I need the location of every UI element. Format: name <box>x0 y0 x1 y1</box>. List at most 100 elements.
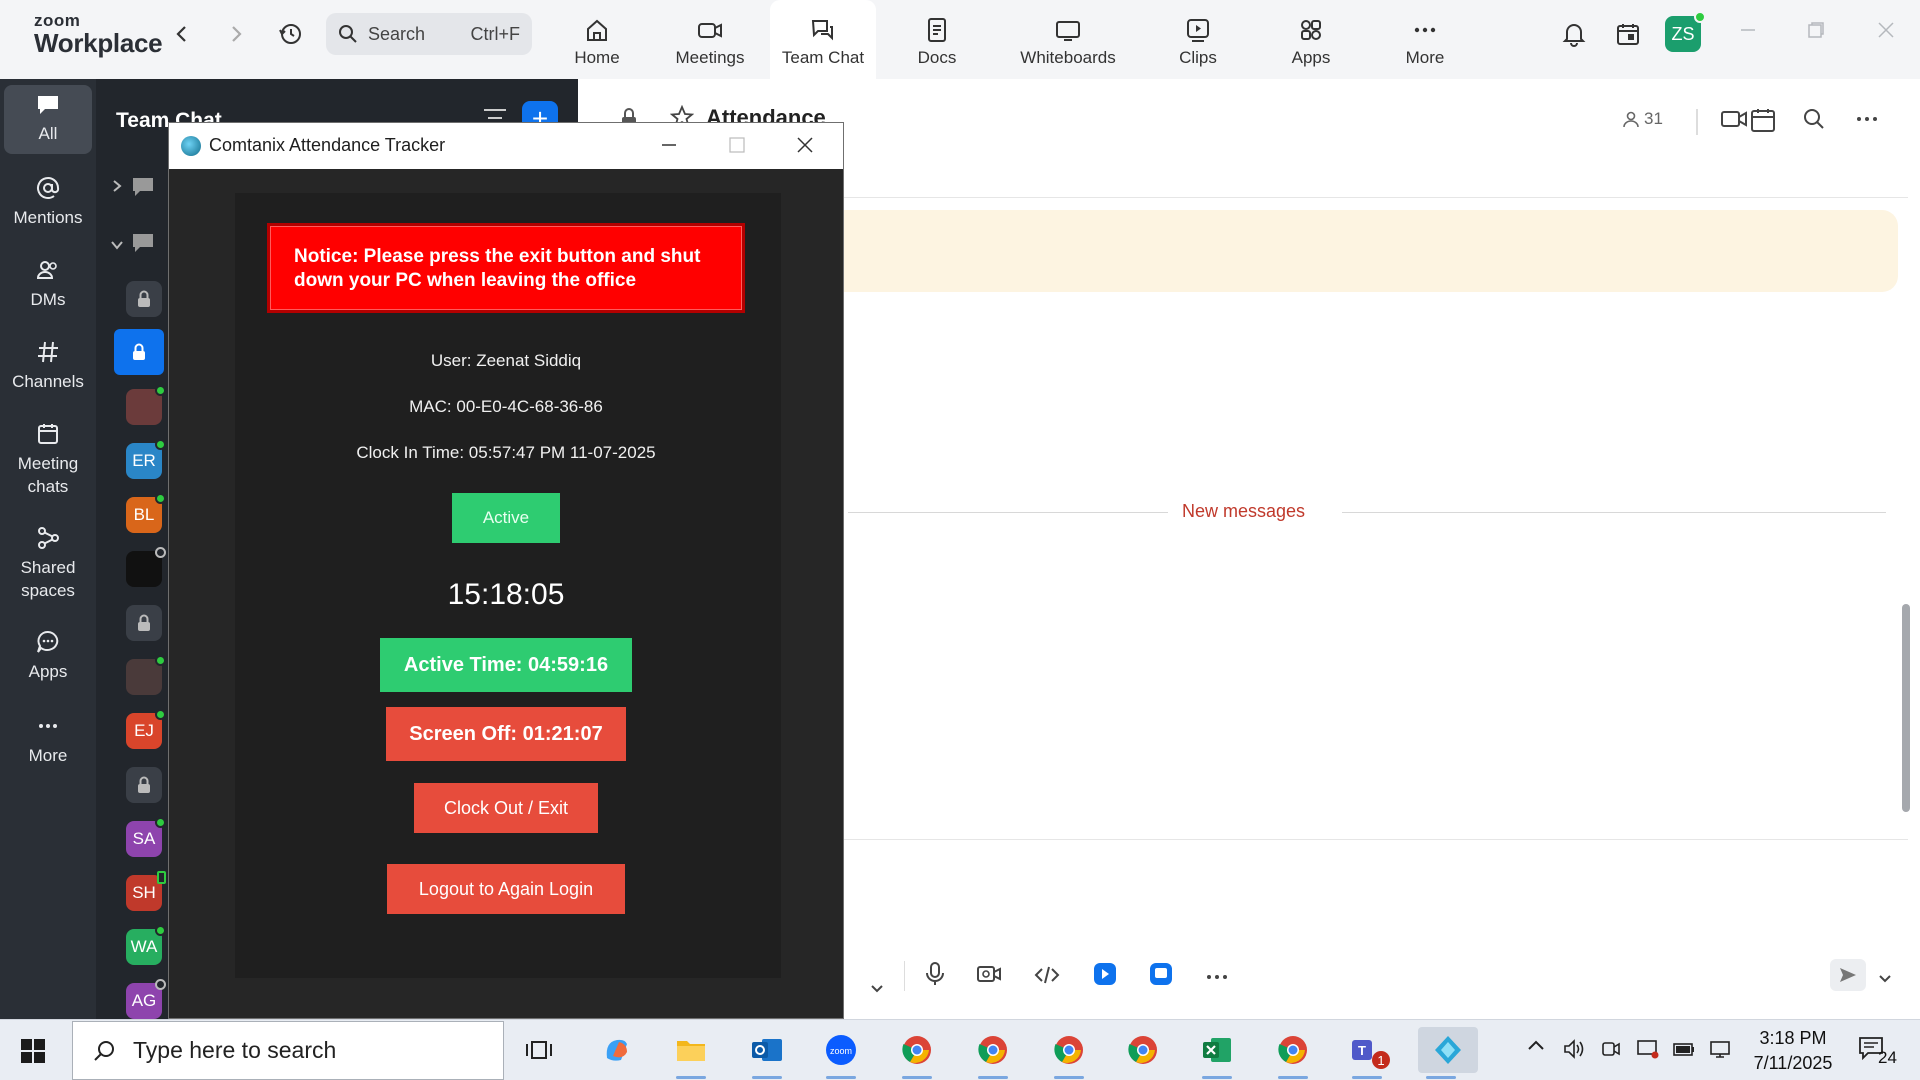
windows-start-icon[interactable] <box>20 1038 46 1069</box>
minimize-icon[interactable] <box>659 135 679 160</box>
presence-dot <box>155 547 166 558</box>
avatar[interactable] <box>126 385 166 425</box>
nav-docs[interactable]: Docs <box>912 0 962 79</box>
nav-clips[interactable]: Clips <box>1174 0 1222 79</box>
close-icon[interactable] <box>795 135 815 160</box>
private-channel-icon[interactable] <box>126 605 162 641</box>
search-box[interactable]: Search Ctrl+F <box>326 13 532 55</box>
collapse-chevron-icon[interactable] <box>110 237 124 255</box>
video-message-icon[interactable] <box>976 963 1002 990</box>
nav-home[interactable]: Home <box>566 0 628 79</box>
video-call-icon[interactable] <box>1720 107 1748 136</box>
share-icon <box>38 527 59 549</box>
chrome-icon[interactable] <box>894 1027 940 1079</box>
member-count[interactable]: 31 <box>1622 109 1663 129</box>
avatar[interactable]: SA <box>126 817 166 857</box>
avatar[interactable]: WA <box>126 925 166 965</box>
avatar[interactable]: BL <box>126 493 166 533</box>
rail-dms[interactable]: DMs <box>4 257 92 312</box>
status-badge: Active <box>452 493 560 543</box>
chevron-down-icon[interactable] <box>870 981 884 999</box>
expand-chevron-icon[interactable] <box>112 179 122 198</box>
rail-all[interactable]: All <box>4 85 92 154</box>
meet-now-icon[interactable] <box>1600 1038 1622 1065</box>
forward-arrow-icon[interactable] <box>220 18 252 50</box>
new-messages-divider <box>1342 512 1886 513</box>
tracker-app-icon <box>181 136 201 156</box>
user-avatar[interactable]: ZS <box>1665 11 1706 52</box>
nav-meetings[interactable]: Meetings <box>664 0 756 79</box>
history-icon[interactable] <box>274 18 306 50</box>
taskbar-date: 7/11/2025 <box>1753 1053 1833 1074</box>
taskbar-search[interactable]: Type here to search <box>72 1021 504 1080</box>
excel-icon[interactable] <box>1194 1027 1240 1079</box>
private-channel-icon[interactable] <box>126 767 162 803</box>
clock-out-button[interactable]: Clock Out / Exit <box>414 783 598 833</box>
nav-team-chat[interactable]: Team Chat <box>770 0 876 79</box>
selected-channel-icon[interactable] <box>114 329 164 375</box>
more-options-icon[interactable] <box>1204 969 1230 987</box>
scrollbar[interactable] <box>1902 604 1910 812</box>
more-options-icon[interactable] <box>1854 107 1880 136</box>
taskbar-search-placeholder: Type here to search <box>133 1037 337 1063</box>
clips-app-icon[interactable] <box>1092 961 1118 992</box>
send-options-chevron-icon[interactable] <box>1878 971 1892 989</box>
chrome-icon[interactable] <box>970 1027 1016 1079</box>
restore-icon[interactable] <box>1806 20 1826 45</box>
minimize-icon[interactable] <box>1738 20 1758 45</box>
clock-in-label: Clock In Time: 05:57:47 PM 11-07-2025 <box>356 443 656 462</box>
svg-text:zoom: zoom <box>830 1046 852 1056</box>
chrome-icon[interactable] <box>1046 1027 1092 1079</box>
rail-mentions[interactable]: Mentions <box>4 175 92 230</box>
avatar[interactable]: AG <box>126 979 166 1019</box>
chrome-icon[interactable] <box>1120 1027 1166 1073</box>
avatar[interactable]: ER <box>126 439 166 479</box>
chrome-icon[interactable] <box>1270 1027 1316 1079</box>
file-explorer-icon[interactable] <box>668 1027 714 1079</box>
avatar[interactable] <box>126 547 166 587</box>
teams-icon[interactable]: T1 <box>1344 1027 1390 1079</box>
rail-apps[interactable]: Apps <box>4 629 92 684</box>
send-icon[interactable] <box>1830 959 1866 991</box>
rail-more[interactable]: More <box>4 713 92 768</box>
back-arrow-icon[interactable] <box>166 18 198 50</box>
nav-whiteboards[interactable]: Whiteboards <box>1016 0 1120 79</box>
volume-icon[interactable] <box>1562 1038 1586 1065</box>
task-view-icon[interactable] <box>516 1027 562 1073</box>
chat-app-icon[interactable] <box>1148 961 1174 992</box>
attendance-tracker-taskbar-icon[interactable] <box>1418 1027 1478 1079</box>
avatar[interactable]: SH <box>126 871 166 911</box>
show-hidden-icons-icon[interactable] <box>1526 1038 1546 1057</box>
calendar-icon[interactable] <box>1612 18 1644 50</box>
copilot-icon[interactable] <box>594 1027 640 1073</box>
rail-meeting-chats[interactable]: Meeting chats <box>4 421 92 499</box>
display-icon[interactable] <box>1636 1038 1660 1065</box>
active-time-display: Active Time: 04:59:16 <box>380 638 632 692</box>
avatar-initials: WA <box>130 937 158 956</box>
nav-home-label: Home <box>574 48 620 67</box>
private-channel-icon[interactable] <box>126 281 162 317</box>
current-time: 15:18:05 <box>447 578 565 611</box>
outlook-icon[interactable] <box>744 1027 790 1079</box>
bell-icon[interactable] <box>1558 18 1590 50</box>
network-icon[interactable] <box>1708 1038 1732 1065</box>
rail-channels[interactable]: Channels <box>4 339 92 394</box>
search-icon[interactable] <box>1802 107 1826 136</box>
zoom-app-icon[interactable]: zoom <box>818 1027 864 1079</box>
logout-button[interactable]: Logout to Again Login <box>387 864 625 914</box>
avatar[interactable] <box>126 655 166 695</box>
microphone-icon[interactable] <box>924 961 946 992</box>
rail-more-label: More <box>28 746 68 765</box>
close-icon[interactable] <box>1876 20 1896 45</box>
nav-apps-label: Apps <box>1291 48 1331 67</box>
avatar[interactable]: EJ <box>126 709 166 749</box>
code-snippet-icon[interactable] <box>1034 965 1060 990</box>
nav-more[interactable]: More <box>1400 0 1450 79</box>
taskbar-clock[interactable]: 3:18 PM 7/11/2025 <box>1738 1026 1848 1076</box>
nav-apps[interactable]: Apps <box>1286 0 1336 79</box>
battery-icon[interactable] <box>1672 1038 1696 1065</box>
rail-shared-spaces[interactable]: Shared spaces <box>4 525 92 603</box>
tracker-titlebar: Comtanix Attendance Tracker <box>169 123 843 169</box>
person-icon <box>1623 111 1639 128</box>
calendar-icon[interactable] <box>1750 107 1776 138</box>
